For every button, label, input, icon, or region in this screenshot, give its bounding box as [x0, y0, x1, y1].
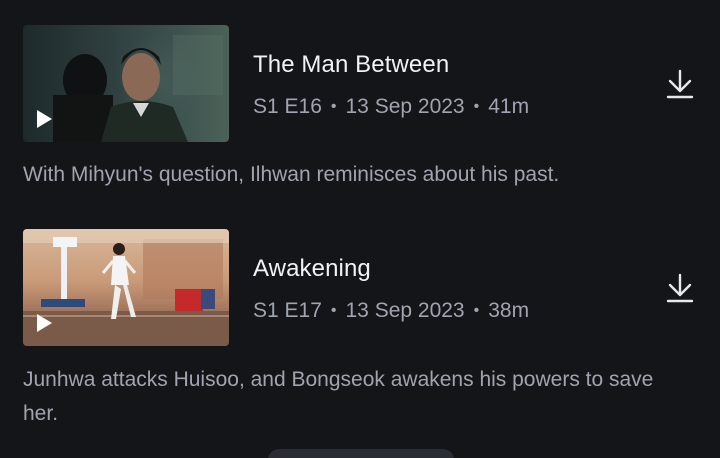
- play-icon: [37, 314, 52, 332]
- episode-description: With Mihyun's question, Ilhwan reminisce…: [23, 163, 560, 186]
- thumbnail-image: [53, 35, 223, 142]
- download-icon[interactable]: [666, 273, 694, 303]
- download-icon[interactable]: [666, 69, 694, 99]
- episode-meta: S1 E17 • 13 Sep 2023 • 38m: [253, 299, 529, 323]
- episode-list-screen: The Man Between S1 E16 • 13 Sep 2023 • 41m W…: [0, 0, 720, 458]
- episode-code: S1 E17: [253, 299, 322, 322]
- episode-description: Junhwa attacks Huisoo, and Bongseok awak…: [23, 368, 654, 425]
- thumbnail-image: [23, 229, 229, 346]
- meta-separator: •: [473, 302, 480, 319]
- episode-duration: 41m: [488, 95, 530, 118]
- episode-thumbnail[interactable]: [23, 229, 229, 346]
- episode-title[interactable]: The Man Between: [253, 51, 449, 79]
- meta-separator: •: [330, 98, 337, 115]
- episode-code: S1 E16: [253, 95, 322, 118]
- episode-meta: S1 E16 • 13 Sep 2023 • 41m: [253, 95, 529, 119]
- play-icon: [37, 110, 52, 128]
- episode-thumbnail[interactable]: [23, 25, 229, 142]
- episode-title[interactable]: Awakening: [253, 255, 371, 283]
- episode-date: 13 Sep 2023: [345, 95, 465, 118]
- bottom-button-partial[interactable]: [268, 449, 454, 458]
- meta-separator: •: [473, 98, 480, 115]
- episode-date: 13 Sep 2023: [345, 299, 465, 322]
- episode-duration: 38m: [488, 299, 530, 322]
- meta-separator: •: [330, 302, 337, 319]
